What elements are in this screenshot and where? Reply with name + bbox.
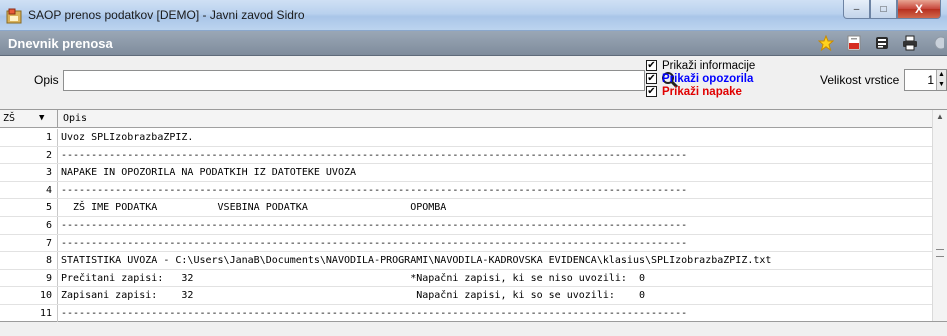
show-errors-row[interactable]: ✔ Prikaži napake (646, 85, 755, 98)
row-number: 8 (0, 252, 58, 269)
table-row[interactable]: 9 Prečitani zapisi: 32 *Napačni zapisi, k… (0, 269, 932, 288)
row-text: Uvoz SPLIzobrazbaZPIZ. (61, 132, 194, 143)
app-icon (6, 8, 22, 24)
grid-body: 1 Uvoz SPLIzobrazbaZPIZ. 2 ---------------… (0, 129, 932, 322)
show-info-row[interactable]: ✔ Prikaži informacije (646, 59, 755, 72)
table-row[interactable]: 11 --------------------------------------… (0, 304, 932, 322)
row-number: 1 (0, 129, 58, 146)
row-text: Prečitani zapisi: 32 *Napačni zapisi, ki… (61, 272, 645, 284)
print-icon[interactable] (901, 34, 919, 52)
row-text: Zapisani zapisi: 32 Napačni zapisi, ki s… (61, 290, 645, 302)
module-toolbar (817, 34, 947, 52)
scroll-grip-icon[interactable] (936, 249, 944, 257)
row-number: 10 (0, 287, 58, 304)
show-warnings-checkbox[interactable]: ✔ (646, 73, 657, 84)
row-number: 2 (0, 146, 58, 164)
log-grid: ZŠ ▼ Opis 1 Uvoz SPLIzobrazbaZPIZ. 2 -----… (0, 109, 947, 322)
row-text: ----------------------------------------… (61, 219, 688, 231)
window-titlebar[interactable]: SAOP prenos podatkov [DEMO] - Javni zavo… (0, 0, 947, 31)
opis-label: Opis (34, 73, 59, 87)
filter-panel: Opis ✔ Prikaži informacije ✔ Prikaži opo… (0, 57, 947, 107)
row-number: 6 (0, 216, 58, 234)
grid-header: ZŠ ▼ Opis (0, 110, 932, 128)
row-size-stepper[interactable]: 1 ▲ ▼ (904, 69, 947, 91)
opis-search-input[interactable] (63, 70, 645, 91)
table-row[interactable]: 7 ---------------------------------------… (0, 234, 932, 253)
table-row[interactable]: 5 ZŠ IME PODATKA VSEBINA PODATKA OPOMBA (0, 199, 932, 217)
show-warnings-row[interactable]: ✔ Prikaži opozorila (646, 72, 755, 85)
row-number: 9 (0, 269, 58, 287)
row-number: 5 (0, 199, 58, 216)
row-number: 7 (0, 234, 58, 252)
window-title: SAOP prenos podatkov [DEMO] - Javni zavo… (28, 8, 305, 22)
row-text: ----------------------------------------… (61, 307, 688, 319)
table-row[interactable]: 4 ---------------------------------------… (0, 181, 932, 200)
show-errors-label: Prikaži napake (662, 85, 742, 98)
row-text: NAPAKE IN OPOZORILA NA PODATKIH IZ DATOT… (61, 167, 357, 179)
row-size-label: Velikost vrstice (820, 73, 900, 87)
row-size-value: 1 (927, 73, 934, 87)
row-text: ----------------------------------------… (61, 184, 688, 196)
table-row[interactable]: 3 NAPAKE IN OPOZORILA NA PODATKIH IZ DATO… (0, 164, 932, 182)
table-row[interactable]: 8 STATISTIKA UVOZA - C:\Users\JanaB\Docum… (0, 252, 932, 270)
sort-desc-icon[interactable]: ▼ (39, 110, 44, 127)
row-text: ----------------------------------------… (61, 149, 688, 161)
row-number: 3 (0, 164, 58, 181)
show-info-checkbox[interactable]: ✔ (646, 60, 657, 71)
row-number: 11 (0, 304, 58, 322)
export-icon[interactable] (873, 34, 891, 52)
minimize-button[interactable]: – (843, 0, 870, 19)
table-row[interactable]: 6 ---------------------------------------… (0, 216, 932, 235)
message-filter-checkboxes: ✔ Prikaži informacije ✔ Prikaži opozoril… (646, 59, 755, 98)
scroll-up-icon[interactable]: ▲ (936, 112, 944, 121)
row-number: 4 (0, 181, 58, 199)
table-row[interactable]: 10 Zapisani zapisi: 32 Napačni zapisi, ki… (0, 287, 932, 305)
module-header: Dnevnik prenosa (0, 31, 947, 56)
status-bar (0, 323, 947, 336)
maximize-button[interactable]: □ (870, 0, 897, 19)
row-text: ----------------------------------------… (61, 237, 688, 249)
window-controls: – □ X (843, 0, 941, 20)
show-info-label: Prikaži informacije (662, 59, 756, 72)
table-row[interactable]: 2 ---------------------------------------… (0, 146, 932, 165)
star-icon[interactable] (817, 34, 835, 52)
spin-arrows-icon[interactable]: ▲ ▼ (936, 70, 946, 90)
table-row[interactable]: 1 Uvoz SPLIzobrazbaZPIZ. (0, 129, 932, 147)
row-text: ZŠ IME PODATKA VSEBINA PODATKA OPOMBA (61, 202, 447, 214)
column-header-number[interactable]: ZŠ ▼ (0, 110, 58, 128)
module-title: Dnevnik prenosa (8, 36, 113, 51)
help-icon[interactable] (929, 34, 947, 52)
pdf-icon[interactable] (845, 34, 863, 52)
show-warnings-label: Prikaži opozorila (662, 72, 754, 85)
row-text: STATISTIKA UVOZA - C:\Users\JanaB\Docume… (61, 255, 772, 267)
column-number-label: ZŠ (3, 113, 16, 124)
column-header-description[interactable]: Opis (59, 110, 87, 128)
show-errors-checkbox[interactable]: ✔ (646, 86, 657, 97)
vertical-scrollbar[interactable]: ▲ (932, 110, 947, 321)
close-button[interactable]: X (897, 0, 941, 19)
